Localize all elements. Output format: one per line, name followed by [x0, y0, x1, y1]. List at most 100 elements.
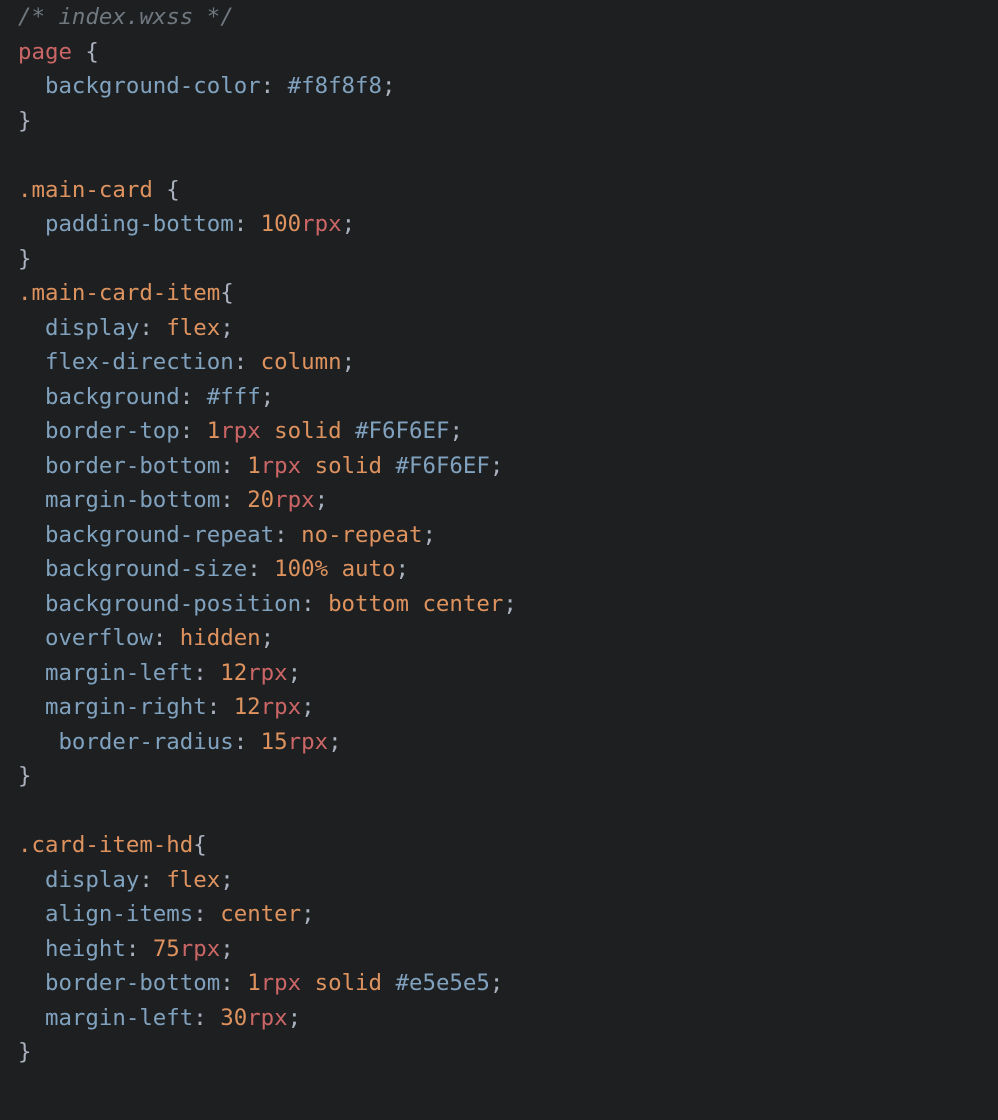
- code-line: page {: [18, 39, 99, 65]
- code-token: }: [18, 108, 31, 134]
- code-line: margin-left: 12rpx;: [18, 660, 301, 686]
- code-token: ;: [449, 418, 462, 444]
- code-token: [18, 349, 45, 375]
- code-line: }: [18, 763, 31, 789]
- code-token: rpx: [301, 211, 341, 237]
- code-token: ;: [382, 73, 395, 99]
- code-token: flex-direction: [45, 349, 234, 375]
- code-token: [193, 418, 206, 444]
- code-token: [18, 487, 45, 513]
- code-token: [247, 729, 260, 755]
- code-token: [18, 694, 45, 720]
- code-token: :: [193, 660, 206, 686]
- code-token: :: [193, 1005, 206, 1031]
- code-token: [18, 591, 45, 617]
- code-line: border-bottom: 1rpx solid #e5e5e5;: [18, 970, 503, 996]
- code-token: rpx: [261, 453, 301, 479]
- code-line: background-repeat: no-repeat;: [18, 522, 436, 548]
- code-token: rpx: [288, 729, 328, 755]
- code-token: rpx: [261, 970, 301, 996]
- code-line: /* index.wxss */: [18, 4, 234, 30]
- code-token: [247, 211, 260, 237]
- code-token: {: [193, 832, 206, 858]
- code-token: background-color: [45, 73, 261, 99]
- code-token: 1: [207, 418, 220, 444]
- code-line: .card-item-hd{: [18, 832, 207, 858]
- code-token: ;: [328, 729, 341, 755]
- code-token: [301, 970, 314, 996]
- code-token: [18, 936, 45, 962]
- code-token: display: [45, 867, 139, 893]
- code-token: auto: [342, 556, 396, 582]
- code-token: ;: [395, 556, 408, 582]
- code-token: [153, 177, 166, 203]
- code-token: border-bottom: [45, 453, 220, 479]
- code-token: :: [180, 418, 193, 444]
- code-token: [193, 384, 206, 410]
- code-token: }: [18, 763, 31, 789]
- code-token: rpx: [180, 936, 220, 962]
- code-token: :: [180, 384, 193, 410]
- code-line: background-position: bottom center;: [18, 591, 517, 617]
- code-token: [301, 453, 314, 479]
- code-token: ;: [220, 936, 233, 962]
- code-token: flex: [166, 867, 220, 893]
- code-token: 75: [153, 936, 180, 962]
- code-token: [328, 556, 341, 582]
- code-token: flex: [166, 315, 220, 341]
- code-token: [207, 660, 220, 686]
- code-line: margin-left: 30rpx;: [18, 1005, 301, 1031]
- code-token: [207, 1005, 220, 1031]
- code-token: [18, 660, 45, 686]
- code-token: [288, 522, 301, 548]
- code-token: [18, 970, 45, 996]
- code-token: #fff: [207, 384, 261, 410]
- code-token: 30: [220, 1005, 247, 1031]
- code-token: [18, 453, 45, 479]
- code-token: page: [18, 39, 72, 65]
- code-token: center: [422, 591, 503, 617]
- code-token: column: [261, 349, 342, 375]
- code-token: rpx: [261, 694, 301, 720]
- code-token: [382, 453, 395, 479]
- code-token: {: [166, 177, 179, 203]
- code-token: 1: [247, 970, 260, 996]
- code-token: ;: [490, 453, 503, 479]
- code-token: .main-card: [18, 177, 153, 203]
- code-token: [18, 73, 45, 99]
- code-token: [261, 556, 274, 582]
- code-token: rpx: [220, 418, 260, 444]
- code-line: margin-right: 12rpx;: [18, 694, 315, 720]
- code-token: /* index.wxss */: [18, 4, 234, 30]
- code-token: [261, 418, 274, 444]
- code-token: :: [207, 694, 220, 720]
- code-token: 100: [261, 211, 301, 237]
- code-token: [18, 315, 45, 341]
- code-token: [207, 901, 220, 927]
- code-token: [274, 73, 287, 99]
- code-token: #F6F6EF: [355, 418, 449, 444]
- code-token: [409, 591, 422, 617]
- code-token: [18, 418, 45, 444]
- code-token: [18, 625, 45, 651]
- code-token: 100%: [274, 556, 328, 582]
- code-token: margin-bottom: [45, 487, 220, 513]
- code-line: padding-bottom: 100rpx;: [18, 211, 355, 237]
- code-token: padding-bottom: [45, 211, 234, 237]
- code-token: {: [85, 39, 98, 65]
- code-token: :: [139, 867, 152, 893]
- code-token: {: [220, 280, 233, 306]
- code-token: ;: [220, 315, 233, 341]
- code-token: :: [220, 487, 233, 513]
- code-token: rpx: [274, 487, 314, 513]
- code-token: [220, 694, 233, 720]
- code-token: overflow: [45, 625, 153, 651]
- code-token: 20: [247, 487, 274, 513]
- code-token: display: [45, 315, 139, 341]
- code-token: center: [220, 901, 301, 927]
- code-token: background: [45, 384, 180, 410]
- code-token: :: [247, 556, 260, 582]
- code-editor[interactable]: /* index.wxss */ page { background-color…: [0, 0, 998, 1070]
- code-token: height: [45, 936, 126, 962]
- code-token: margin-right: [45, 694, 207, 720]
